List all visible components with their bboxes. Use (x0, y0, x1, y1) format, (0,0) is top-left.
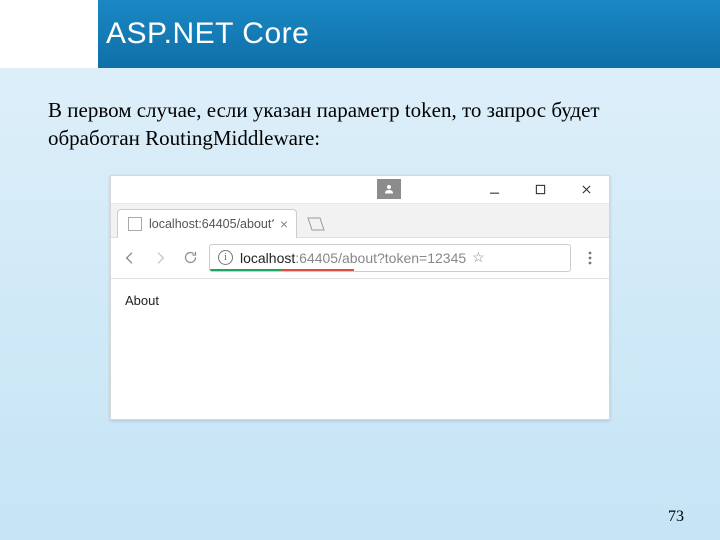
browser-toolbar: i localhost:64405/about?token=12345 ☆ (111, 237, 609, 279)
tab-title: localhost:64405/about?to (149, 217, 274, 231)
browser-window: localhost:64405/about?to × i localhost:6… (110, 175, 610, 420)
back-button[interactable] (119, 247, 141, 269)
close-button[interactable] (563, 175, 609, 203)
favicon-icon (128, 217, 142, 231)
slide-number: 73 (668, 508, 684, 526)
forward-button[interactable] (149, 247, 171, 269)
slide-description: В первом случае, если указан параметр to… (0, 68, 720, 175)
minimize-button[interactable] (471, 175, 517, 203)
maximize-button[interactable] (517, 175, 563, 203)
logo-placeholder (0, 0, 98, 68)
reload-button[interactable] (179, 247, 201, 269)
slide-title: ASP.NET Core (98, 0, 720, 68)
tab-strip: localhost:64405/about?to × (111, 204, 609, 237)
user-account-icon[interactable] (377, 179, 401, 199)
close-tab-icon[interactable]: × (280, 217, 288, 231)
browser-tab[interactable]: localhost:64405/about?to × (117, 209, 297, 238)
slide-header: ASP.NET Core (0, 0, 720, 68)
bookmark-star-icon[interactable]: ☆ (472, 249, 485, 266)
url-host: localhost (240, 250, 295, 266)
new-tab-button[interactable] (303, 211, 329, 237)
url-path: :64405/about?token=12345 (295, 250, 466, 266)
loading-accent (210, 269, 570, 271)
menu-button[interactable] (579, 247, 601, 269)
address-bar[interactable]: i localhost:64405/about?token=12345 ☆ (209, 244, 571, 272)
window-titlebar (111, 176, 609, 204)
page-content: About (111, 279, 609, 419)
site-info-icon[interactable]: i (218, 250, 233, 265)
page-body-text: About (125, 293, 159, 308)
